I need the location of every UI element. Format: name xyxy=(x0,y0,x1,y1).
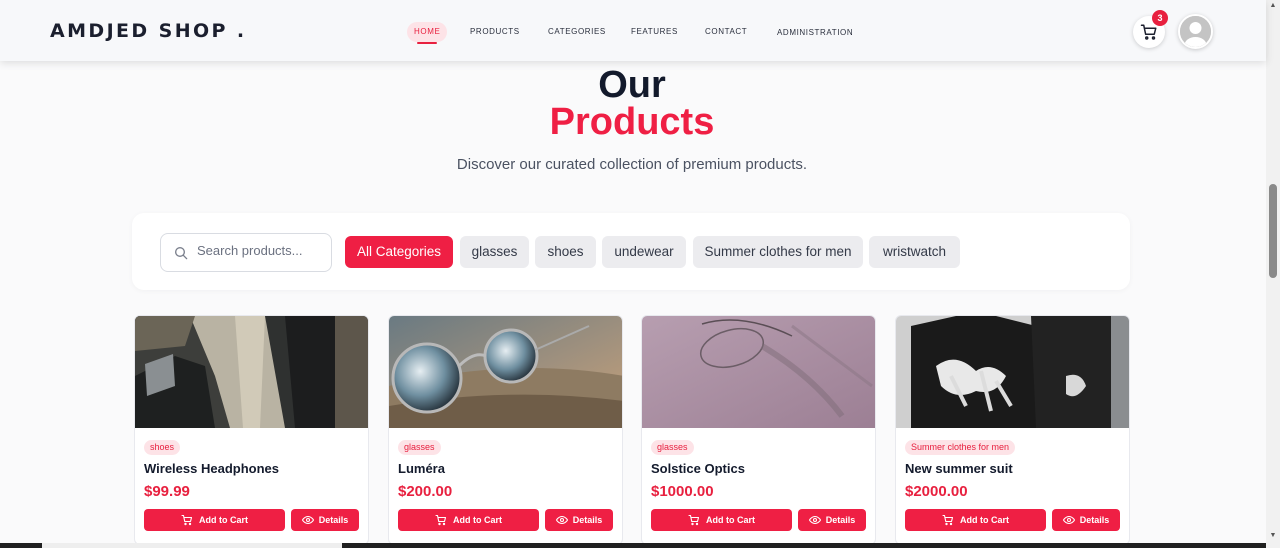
nav-features[interactable]: FEATURES xyxy=(631,22,678,42)
product-price: $99.99 xyxy=(144,483,190,500)
cart-icon xyxy=(1140,24,1157,40)
product-name: New summer suit xyxy=(905,461,1013,476)
product-price: $200.00 xyxy=(398,483,453,500)
details-label: Details xyxy=(1079,515,1110,525)
eye-icon xyxy=(555,515,568,525)
user-avatar-icon xyxy=(1180,16,1211,47)
eye-icon xyxy=(1062,515,1075,525)
search-input[interactable] xyxy=(197,243,325,258)
add-to-cart-label: Add to Cart xyxy=(706,515,755,525)
product-category-tag: glasses xyxy=(651,440,694,455)
product-name: Luméra xyxy=(398,461,445,476)
cart-icon xyxy=(435,514,447,526)
product-name: Wireless Headphones xyxy=(144,461,279,476)
details-label: Details xyxy=(318,515,349,525)
add-to-cart-button[interactable]: Add to Cart xyxy=(905,509,1046,531)
product-category-tag: Summer clothes for men xyxy=(905,440,1016,455)
nav-products[interactable]: PRODUCTS xyxy=(470,22,520,42)
nav-categories[interactable]: CATEGORIES xyxy=(548,22,606,42)
scroll-up-arrow-icon[interactable]: ▲ xyxy=(1269,2,1277,10)
search-icon xyxy=(175,247,188,260)
nav-contact[interactable]: CONTACT xyxy=(705,22,747,42)
product-card: glasses Luméra $200.00 Add to Cart Detai… xyxy=(388,315,623,545)
cart-icon xyxy=(181,514,193,526)
add-to-cart-label: Add to Cart xyxy=(199,515,248,525)
nav-home[interactable]: HOME xyxy=(407,22,448,44)
product-card: Summer clothes for men New summer suit $… xyxy=(895,315,1130,545)
eye-icon xyxy=(808,515,821,525)
search-box[interactable] xyxy=(160,233,332,272)
details-button[interactable]: Details xyxy=(291,509,359,531)
add-to-cart-button[interactable]: Add to Cart xyxy=(398,509,539,531)
product-image[interactable] xyxy=(135,316,368,428)
product-card: shoes Wireless Headphones $99.99 Add to … xyxy=(134,315,369,545)
hero-subtitle: Discover our curated collection of premi… xyxy=(456,156,808,173)
scroll-down-arrow-icon[interactable]: ▼ xyxy=(1269,532,1277,540)
product-image[interactable] xyxy=(642,316,875,428)
product-image[interactable] xyxy=(389,316,622,428)
product-price: $1000.00 xyxy=(651,483,714,500)
product-image[interactable] xyxy=(896,316,1129,428)
hero-title-products: Products xyxy=(549,101,715,143)
bottom-edge-bar xyxy=(0,543,1266,548)
details-button[interactable]: Details xyxy=(545,509,613,531)
details-label: Details xyxy=(825,515,856,525)
cart-count-badge: 3 xyxy=(1152,10,1168,26)
cart-icon xyxy=(688,514,700,526)
category-chip-undewear[interactable]: undewear xyxy=(602,236,686,268)
category-chip-shoes[interactable]: shoes xyxy=(535,236,596,268)
scrollbar-thumb[interactable] xyxy=(1269,184,1277,278)
category-chip-wristwatch[interactable]: wristwatch xyxy=(869,236,960,268)
category-chip-all[interactable]: All Categories xyxy=(345,236,453,268)
add-to-cart-label: Add to Cart xyxy=(453,515,502,525)
product-name: Solstice Optics xyxy=(651,461,745,476)
nav-administration[interactable]: ADMINISTRATION xyxy=(777,23,853,43)
product-category-tag: shoes xyxy=(144,440,181,455)
add-to-cart-button[interactable]: Add to Cart xyxy=(144,509,285,531)
details-button[interactable]: Details xyxy=(798,509,866,531)
product-category-tag: glasses xyxy=(398,440,441,455)
details-label: Details xyxy=(572,515,603,525)
details-button[interactable]: Details xyxy=(1052,509,1120,531)
page-scrollbar[interactable]: ▲ ▼ xyxy=(1266,0,1280,548)
eye-icon xyxy=(301,515,314,525)
top-navbar: AMDJED SHOP . HOME PRODUCTS CATEGORIES F… xyxy=(0,0,1266,61)
add-to-cart-label: Add to Cart xyxy=(960,515,1009,525)
user-avatar[interactable] xyxy=(1178,14,1213,49)
cart-icon xyxy=(942,514,954,526)
category-chip-summer-clothes[interactable]: Summer clothes for men xyxy=(693,236,863,268)
shop-logo[interactable]: AMDJED SHOP . xyxy=(50,20,247,42)
category-chip-glasses[interactable]: glasses xyxy=(460,236,529,268)
add-to-cart-button[interactable]: Add to Cart xyxy=(651,509,792,531)
product-card: glasses Solstice Optics $1000.00 Add to … xyxy=(641,315,876,545)
product-price: $2000.00 xyxy=(905,483,968,500)
